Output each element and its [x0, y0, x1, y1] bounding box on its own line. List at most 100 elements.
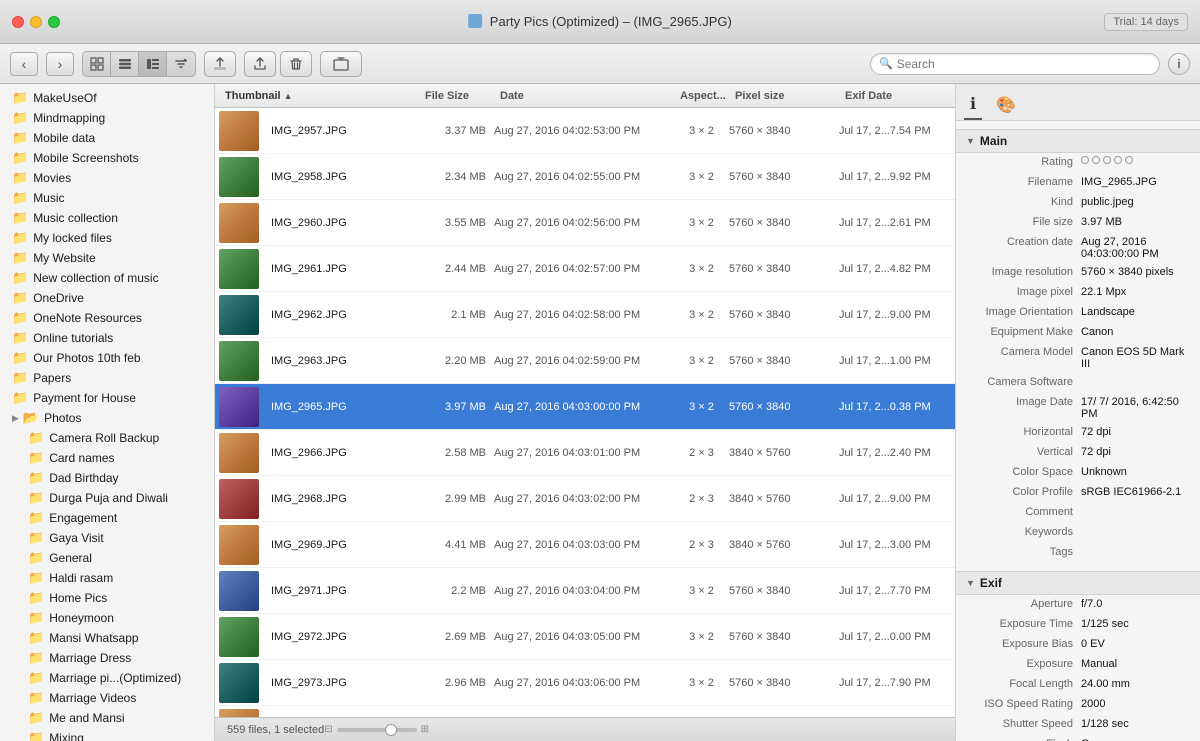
detail-view-button[interactable]: [139, 52, 167, 76]
sidebar-item-me-and-mansi[interactable]: 📁Me and Mansi: [0, 708, 214, 728]
sidebar-item-onenote-resources[interactable]: 📁OneNote Resources: [0, 308, 214, 328]
sidebar-item-marriage-dress[interactable]: 📁Marriage Dress: [0, 648, 214, 668]
col-header-thumbnail[interactable]: Thumbnail ▲: [219, 90, 419, 102]
file-row[interactable]: IMG_2957.JPG3.37 MBAug 27, 2016 04:02:53…: [215, 108, 955, 154]
sidebar-item-my-locked-files[interactable]: 📁My locked files: [0, 228, 214, 248]
center-button[interactable]: [320, 51, 362, 77]
trial-badge: Trial: 14 days: [1104, 13, 1188, 31]
col-header-exif[interactable]: Exif Date: [839, 90, 951, 102]
file-row[interactable]: IMG_2969.JPG4.41 MBAug 27, 2016 04:03:03…: [215, 522, 955, 568]
col-header-date[interactable]: Date: [494, 90, 674, 102]
share-button[interactable]: [244, 51, 276, 77]
sidebar-item-movies[interactable]: 📁Movies: [0, 168, 214, 188]
file-row[interactable]: IMG_2965.JPG3.97 MBAug 27, 2016 04:03:00…: [215, 384, 955, 430]
sidebar-item-haldi-rasam[interactable]: 📁Haldi rasam: [0, 568, 214, 588]
tab-color[interactable]: 🎨: [990, 91, 1022, 119]
sidebar-item-mansi-whatsapp[interactable]: 📁Mansi Whatsapp: [0, 628, 214, 648]
col-header-filesize[interactable]: File Size: [419, 90, 494, 102]
search-input[interactable]: [897, 57, 1151, 71]
rating-dot-1[interactable]: [1081, 156, 1089, 164]
sidebar-label-photos: Photos: [44, 411, 81, 425]
file-row[interactable]: IMG_2968.JPG2.99 MBAug 27, 2016 04:03:02…: [215, 476, 955, 522]
zoom-track[interactable]: [337, 728, 417, 732]
col-header-aspect[interactable]: Aspect...: [674, 90, 729, 102]
file-row[interactable]: IMG_2963.JPG2.20 MBAug 27, 2016 04:02:59…: [215, 338, 955, 384]
sidebar-item-marriage-pi-optimized[interactable]: 📁Marriage pi...(Optimized): [0, 668, 214, 688]
file-row[interactable]: IMG_2972.JPG2.69 MBAug 27, 2016 04:03:05…: [215, 614, 955, 660]
sidebar-item-music-collection[interactable]: 📁Music collection: [0, 208, 214, 228]
sidebar-item-onedrive[interactable]: 📁OneDrive: [0, 288, 214, 308]
sidebar-item-online-tutorials[interactable]: 📁Online tutorials: [0, 328, 214, 348]
file-thumbnail: [219, 295, 259, 335]
col-header-pixel[interactable]: Pixel size: [729, 90, 839, 102]
sidebar-item-mindmapping[interactable]: 📁Mindmapping: [0, 108, 214, 128]
file-row[interactable]: IMG_2962.JPG2.1 MBAug 27, 2016 04:02:58:…: [215, 292, 955, 338]
file-row[interactable]: IMG_2974.JPG3.6 MBAug 27, 2016 04:03:07:…: [215, 706, 955, 717]
file-row[interactable]: IMG_2971.JPG2.2 MBAug 27, 2016 04:03:04:…: [215, 568, 955, 614]
zoom-thumb[interactable]: [385, 724, 397, 736]
maximize-button[interactable]: [48, 16, 60, 28]
sidebar-item-gaya-visit[interactable]: 📁Gaya Visit: [0, 528, 214, 548]
delete-button[interactable]: [280, 51, 312, 77]
list-view-button[interactable]: [111, 52, 139, 76]
rating-value[interactable]: [1081, 156, 1133, 170]
sidebar-item-mixing[interactable]: 📁Mixing: [0, 728, 214, 741]
sidebar-item-mobile-data[interactable]: 📁Mobile data: [0, 128, 214, 148]
sidebar-item-our-photos[interactable]: 📁Our Photos 10th feb: [0, 348, 214, 368]
close-button[interactable]: [12, 16, 24, 28]
sidebar-item-dad-birthday[interactable]: 📁Dad Birthday: [0, 468, 214, 488]
zoom-slider[interactable]: ⊟ ⊞: [324, 724, 429, 735]
file-name: IMG_2968.JPG: [271, 493, 347, 505]
sidebar-label-music: Music: [33, 191, 64, 205]
file-row[interactable]: IMG_2961.JPG2.44 MBAug 27, 2016 04:02:57…: [215, 246, 955, 292]
sidebar-item-photos[interactable]: ▶📂Photos: [0, 408, 214, 428]
rating-dot-4[interactable]: [1114, 156, 1122, 164]
file-row[interactable]: IMG_2966.JPG2.58 MBAug 27, 2016 04:03:01…: [215, 430, 955, 476]
info-button[interactable]: i: [1168, 53, 1190, 75]
rating-dot-5[interactable]: [1125, 156, 1133, 164]
sidebar-item-camera-roll[interactable]: 📁Camera Roll Backup: [0, 428, 214, 448]
creation-label: Creation date: [966, 236, 1081, 260]
iso-row: ISO Speed Rating 2000: [956, 695, 1200, 715]
window-controls[interactable]: [12, 16, 60, 28]
sidebar-item-my-website[interactable]: 📁My Website: [0, 248, 214, 268]
sidebar-item-card-names[interactable]: 📁Card names: [0, 448, 214, 468]
folder-icon-gaya-visit: 📁: [28, 530, 44, 546]
file-size: 3.37 MB: [419, 125, 494, 137]
file-aspect: 3 × 2: [674, 171, 729, 183]
sidebar-label-payment-house: Payment for House: [33, 391, 136, 405]
sidebar-item-durga-puja[interactable]: 📁Durga Puja and Diwali: [0, 488, 214, 508]
sidebar-item-honeymoon[interactable]: 📁Honeymoon: [0, 608, 214, 628]
file-row[interactable]: IMG_2958.JPG2.34 MBAug 27, 2016 04:02:55…: [215, 154, 955, 200]
exif-section-header[interactable]: ▼ Exif: [956, 571, 1200, 595]
minimize-button[interactable]: [30, 16, 42, 28]
sidebar-item-music[interactable]: 📁Music: [0, 188, 214, 208]
file-row[interactable]: IMG_2960.JPG3.55 MBAug 27, 2016 04:02:56…: [215, 200, 955, 246]
tab-info[interactable]: ℹ: [964, 90, 982, 120]
sidebar-item-marriage-videos[interactable]: 📁Marriage Videos: [0, 688, 214, 708]
search-bar[interactable]: 🔍: [870, 53, 1160, 75]
sidebar-item-new-collection-music[interactable]: 📁New collection of music: [0, 268, 214, 288]
sidebar-item-papers[interactable]: 📁Papers: [0, 368, 214, 388]
rating-dot-3[interactable]: [1103, 156, 1111, 164]
file-pixel: 5760 × 3840: [729, 263, 839, 275]
sidebar-item-general[interactable]: 📁General: [0, 548, 214, 568]
sidebar-item-payment-house[interactable]: 📁Payment for House: [0, 388, 214, 408]
forward-button[interactable]: ›: [46, 52, 74, 76]
main-section-header[interactable]: ▼ Main: [956, 129, 1200, 153]
file-exif: Jul 17, 2...0.38 PM: [839, 401, 951, 413]
back-button[interactable]: ‹: [10, 52, 38, 76]
sort-button[interactable]: [167, 52, 195, 76]
sidebar-item-makeuseof[interactable]: 📁MakeUseOf: [0, 88, 214, 108]
sidebar-item-home-pics[interactable]: 📁Home Pics: [0, 588, 214, 608]
file-aspect: 3 × 2: [674, 631, 729, 643]
sidebar-item-engagement[interactable]: 📁Engagement: [0, 508, 214, 528]
grid-view-button[interactable]: [83, 52, 111, 76]
rating-dot-2[interactable]: [1092, 156, 1100, 164]
sidebar-item-mobile-screenshots[interactable]: 📁Mobile Screenshots: [0, 148, 214, 168]
folder-icon-mindmapping: 📁: [12, 110, 28, 126]
file-row[interactable]: IMG_2973.JPG2.96 MBAug 27, 2016 04:03:06…: [215, 660, 955, 706]
pixel-row: Image pixel 22.1 Mpx: [956, 283, 1200, 303]
upload-button[interactable]: [204, 51, 236, 77]
folder-icon-me-and-mansi: 📁: [28, 710, 44, 726]
